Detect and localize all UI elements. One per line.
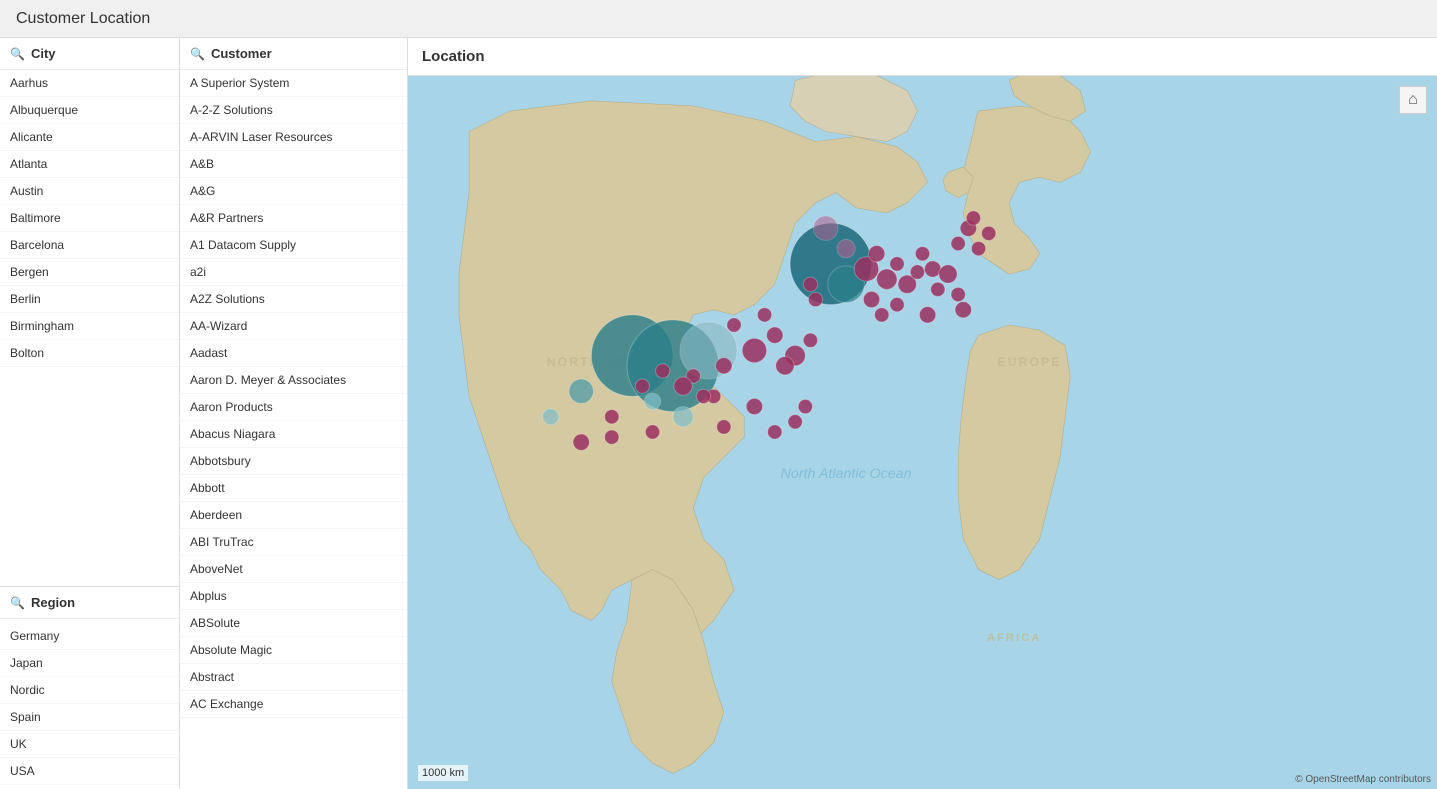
- region-list-item[interactable]: Germany: [0, 623, 179, 650]
- city-list-item[interactable]: Baltimore: [0, 205, 179, 232]
- svg-text:North Atlantic Ocean: North Atlantic Ocean: [781, 466, 912, 482]
- customer-search-icon: 🔍: [190, 47, 205, 61]
- customer-list-item[interactable]: A2Z Solutions: [180, 286, 407, 313]
- city-list-item[interactable]: Albuquerque: [0, 97, 179, 124]
- map-attribution: © OpenStreetMap contributors: [1295, 774, 1431, 785]
- customer-list-item[interactable]: Aaron D. Meyer & Associates: [180, 367, 407, 394]
- map-content: North Atlantic Ocean NORTH AMERICA EUROP…: [408, 76, 1437, 789]
- customer-list-item[interactable]: A-ARVIN Laser Resources: [180, 124, 407, 151]
- attribution-text: © OpenStreetMap contributors: [1295, 774, 1431, 785]
- customer-list[interactable]: A Superior SystemA-2-Z SolutionsA-ARVIN …: [180, 70, 407, 789]
- customer-list-item[interactable]: Abacus Niagara: [180, 421, 407, 448]
- customer-list-item[interactable]: Aaron Products: [180, 394, 407, 421]
- city-list-item[interactable]: Bergen: [0, 259, 179, 286]
- left-panel: 🔍 City AarhusAlbuquerqueAlicanteAtlantaA…: [0, 38, 180, 789]
- customer-list-item[interactable]: ABSolute: [180, 610, 407, 637]
- city-list-item[interactable]: Barcelona: [0, 232, 179, 259]
- customer-panel: 🔍 Customer A Superior SystemA-2-Z Soluti…: [180, 38, 408, 789]
- region-filter-list[interactable]: GermanyJapanNordicSpainUKUSA: [0, 619, 179, 789]
- page-title: Customer Location: [16, 10, 150, 28]
- region-list-item[interactable]: USA: [0, 758, 179, 785]
- customer-list-item[interactable]: ABI TruTrac: [180, 529, 407, 556]
- svg-text:AFRICA: AFRICA: [987, 632, 1042, 644]
- region-search-icon: 🔍: [10, 596, 25, 610]
- city-list-item[interactable]: Birmingham: [0, 313, 179, 340]
- home-icon: ⌂: [1408, 91, 1418, 109]
- customer-list-item[interactable]: Aadast: [180, 340, 407, 367]
- map-panel: Location North Atl: [408, 38, 1437, 789]
- map-title: Location: [408, 38, 1437, 76]
- region-list-item[interactable]: UK: [0, 731, 179, 758]
- region-list-item[interactable]: Spain: [0, 704, 179, 731]
- city-list-item[interactable]: Berlin: [0, 286, 179, 313]
- customer-list-item[interactable]: A&R Partners: [180, 205, 407, 232]
- city-filter-label: City: [31, 46, 56, 61]
- customer-list-item[interactable]: A Superior System: [180, 70, 407, 97]
- customer-list-item[interactable]: Absolute Magic: [180, 637, 407, 664]
- region-filter-section: 🔍 Region GermanyJapanNordicSpainUKUSA: [0, 587, 179, 789]
- city-list-item[interactable]: Atlanta: [0, 151, 179, 178]
- region-filter-header: 🔍 Region: [0, 587, 179, 619]
- region-filter-label: Region: [31, 595, 75, 610]
- customer-list-item[interactable]: Abplus: [180, 583, 407, 610]
- customer-list-item[interactable]: A-2-Z Solutions: [180, 97, 407, 124]
- home-button[interactable]: ⌂: [1399, 86, 1427, 114]
- customer-list-item[interactable]: A&B: [180, 151, 407, 178]
- city-list-item[interactable]: Bolton: [0, 340, 179, 367]
- page-header: Customer Location: [0, 0, 1437, 38]
- city-search-icon: 🔍: [10, 47, 25, 61]
- customer-list-item[interactable]: Aberdeen: [180, 502, 407, 529]
- city-filter-header: 🔍 City: [0, 38, 179, 70]
- scale-label: 1000 km: [422, 767, 464, 779]
- customer-list-item[interactable]: Abstract: [180, 664, 407, 691]
- city-list-item[interactable]: Austin: [0, 178, 179, 205]
- customer-filter-label: Customer: [211, 46, 272, 61]
- customer-list-item[interactable]: Abbott: [180, 475, 407, 502]
- region-list-item[interactable]: Japan: [0, 650, 179, 677]
- customer-list-item[interactable]: AC Exchange: [180, 691, 407, 718]
- customer-filter-header: 🔍 Customer: [180, 38, 407, 70]
- customer-list-item[interactable]: a2i: [180, 259, 407, 286]
- svg-text:EUROPE: EUROPE: [998, 355, 1062, 369]
- city-list-item[interactable]: Aarhus: [0, 70, 179, 97]
- customer-list-item[interactable]: A&G: [180, 178, 407, 205]
- map-svg: North Atlantic Ocean NORTH AMERICA EUROP…: [408, 76, 1437, 789]
- city-filter-list[interactable]: AarhusAlbuquerqueAlicanteAtlantaAustinBa…: [0, 70, 179, 586]
- region-list-item[interactable]: Nordic: [0, 677, 179, 704]
- city-filter-section: 🔍 City AarhusAlbuquerqueAlicanteAtlantaA…: [0, 38, 179, 586]
- customer-list-item[interactable]: A1 Datacom Supply: [180, 232, 407, 259]
- map-scale: 1000 km: [418, 765, 468, 781]
- city-list-item[interactable]: Alicante: [0, 124, 179, 151]
- customer-list-item[interactable]: Abbotsbury: [180, 448, 407, 475]
- customer-list-item[interactable]: AboveNet: [180, 556, 407, 583]
- customer-list-item[interactable]: AA-Wizard: [180, 313, 407, 340]
